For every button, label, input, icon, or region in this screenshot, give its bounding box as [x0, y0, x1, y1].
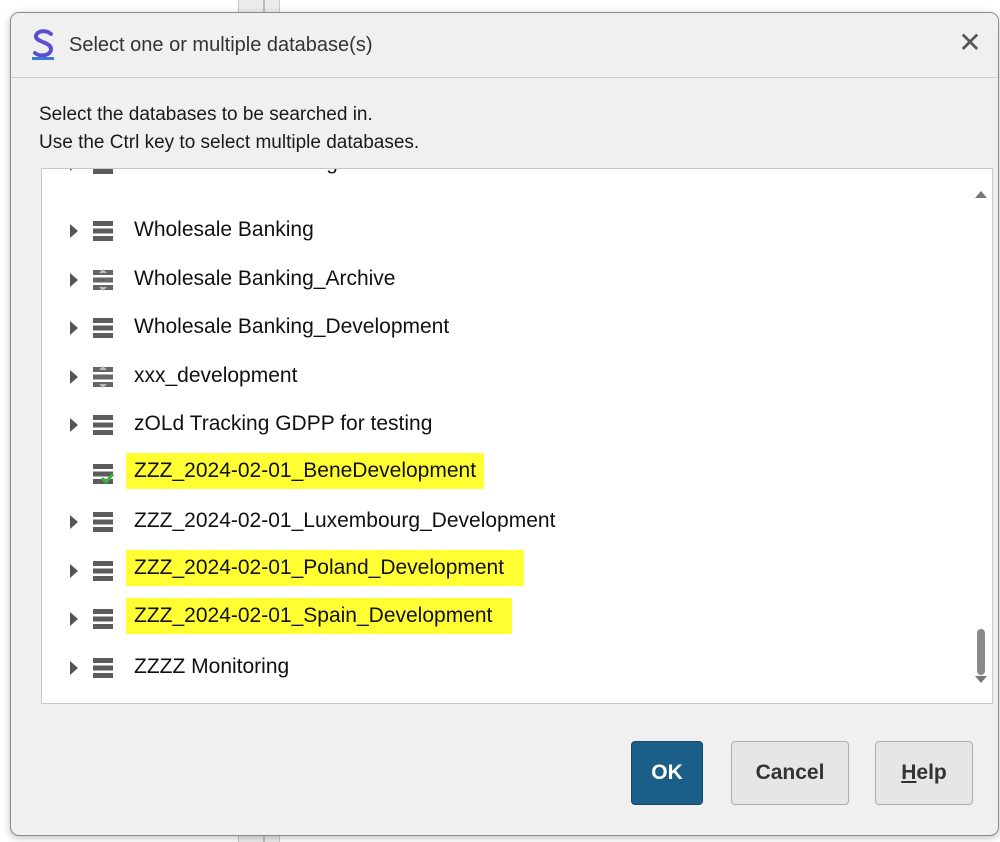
- expand-arrow-icon[interactable]: [70, 660, 78, 675]
- database-icon: [92, 657, 114, 679]
- scroll-down-icon[interactable]: [975, 676, 987, 683]
- expand-arrow-icon[interactable]: [70, 224, 78, 238]
- list-item-label: Wholesale Banking_Development: [134, 315, 450, 338]
- title-bar: Select one or multiple database(s) ✕: [11, 13, 998, 78]
- expand-arrow-icon[interactable]: [70, 369, 78, 384]
- list-item[interactable]: Variant Rollout testing: [42, 169, 970, 189]
- select-database-dialog: Select one or multiple database(s) ✕ Sel…: [10, 12, 999, 836]
- instructions-line-2: Use the Ctrl key to select multiple data…: [39, 132, 420, 153]
- list-item[interactable]: ZZZZ Monitoring: [42, 645, 970, 693]
- scroll-up-icon[interactable]: [975, 191, 987, 198]
- list-item-label: ZZZZ Monitoring: [134, 654, 290, 678]
- expand-arrow-icon[interactable]: [70, 169, 78, 171]
- expand-arrow-icon[interactable]: [70, 515, 78, 529]
- list-item[interactable]: Wholesale Banking: [42, 208, 970, 256]
- database-icon: [92, 317, 114, 339]
- database-checked-icon: [92, 463, 115, 485]
- list-item-label: ZZZ_2024-02-01_Poland_Development: [126, 549, 525, 586]
- list-item-label: zOLd Tracking GDPP for testing: [134, 412, 433, 435]
- list-item[interactable]: ZZZ_2024-02-01_Poland_Development: [42, 548, 970, 596]
- expand-arrow-icon[interactable]: [70, 321, 78, 335]
- list-item[interactable]: ZZZ_2024-02-01_BeneDevelopment: [42, 451, 970, 499]
- expand-arrow-icon[interactable]: [70, 272, 78, 287]
- list-item-label: ZZZ_2024-02-01_Spain_Development: [126, 598, 513, 634]
- instructions: Select the databases to be searched in. …: [39, 101, 419, 157]
- database-icon: [92, 220, 114, 242]
- help-mnemonic: H: [901, 761, 917, 784]
- list-item-label: ZZZ_2024-02-01_BeneDevelopment: [126, 452, 485, 489]
- database-icon: [92, 511, 114, 533]
- database-icon: [92, 560, 114, 582]
- cancel-button[interactable]: Cancel: [731, 741, 849, 805]
- database-icon: [92, 608, 114, 630]
- dialog-title: Select one or multiple database(s): [69, 34, 373, 56]
- help-label-rest: elp: [916, 761, 947, 784]
- vertical-scrollbar[interactable]: [970, 169, 992, 703]
- list-item-label: ZZZ_2024-02-01_Luxembourg_Development: [134, 509, 556, 532]
- ok-button[interactable]: OK: [631, 741, 703, 805]
- tree-rows: Variant Rollout testing Wholesale Banking…: [42, 169, 970, 703]
- expand-arrow-icon[interactable]: [70, 612, 78, 626]
- close-button[interactable]: ✕: [952, 25, 988, 61]
- list-item[interactable]: Wholesale Banking_Archive: [42, 257, 970, 305]
- list-item-label: xxx_development: [134, 363, 298, 387]
- list-item-label: Variant Rollout testing: [134, 169, 338, 175]
- list-item[interactable]: ZZZ_2024-02-01_Spain_Development: [42, 596, 970, 644]
- app-logo-icon: [32, 29, 54, 60]
- database-icon: [92, 414, 114, 436]
- database-tree[interactable]: Variant Rollout testing Wholesale Banking…: [41, 168, 993, 704]
- list-item[interactable]: Wholesale Banking_Development: [42, 305, 970, 353]
- scroll-thumb[interactable]: [977, 629, 985, 675]
- list-item[interactable]: zOLd Tracking GDPP for testing: [42, 402, 970, 450]
- help-button[interactable]: Help: [875, 741, 973, 805]
- expand-arrow-icon[interactable]: [70, 418, 78, 432]
- instructions-line-1: Select the databases to be searched in.: [39, 104, 373, 125]
- database-archive-icon: [92, 365, 114, 388]
- expand-arrow-icon[interactable]: [70, 563, 78, 578]
- database-icon: [92, 169, 114, 175]
- list-item-label: Wholesale Banking_Archive: [134, 266, 396, 290]
- list-item[interactable]: xxx_development: [42, 354, 970, 402]
- list-item[interactable]: ZZZ_2024-02-01_Luxembourg_Development: [42, 499, 970, 547]
- database-archive-icon: [92, 268, 114, 291]
- list-item-label: Wholesale Banking: [134, 218, 314, 241]
